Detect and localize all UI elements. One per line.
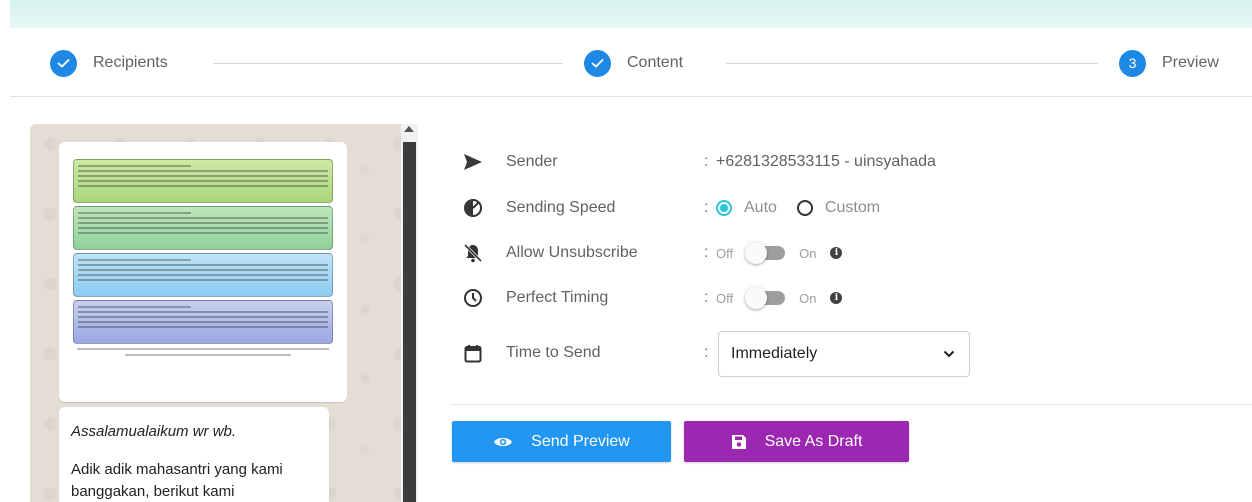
radio-custom[interactable] [796, 200, 813, 216]
info-icon[interactable]: i [830, 247, 843, 259]
radio-auto[interactable] [716, 200, 732, 216]
message-bubble: Assalamualaikum wr wb. Adik adik mahasan… [59, 407, 329, 502]
step-label: Preview [1162, 54, 1219, 71]
allow-unsubscribe-label: Allow Unsubscribe [506, 244, 638, 261]
sender-label: Sender [506, 153, 558, 170]
time-to-send-select[interactable]: Immediately [718, 331, 970, 377]
radio-auto-label[interactable]: Auto [744, 199, 777, 217]
step-connector [726, 63, 1098, 64]
chevron-down-icon [943, 347, 955, 366]
preview-scrollbar[interactable] [401, 124, 418, 502]
step-preview[interactable]: 3 Preview [1119, 48, 1219, 78]
radio-custom-label[interactable]: Custom [825, 199, 880, 217]
perfect-timing-label: Perfect Timing [506, 289, 609, 306]
message-line: banggakan, berikut kami [71, 483, 235, 500]
step-label: Recipients [93, 54, 168, 71]
sender-value: +6281328533115 - uinsyahada [716, 153, 936, 170]
step-label: Content [627, 54, 684, 71]
allow-unsubscribe-row: Allow Unsubscribe : Off On i [462, 238, 843, 268]
bell-off-icon [462, 242, 484, 264]
sender-row: Sender : +6281328533115 - uinsyahada [462, 147, 936, 177]
info-icon[interactable]: i [830, 292, 843, 304]
message-line: Assalamualaikum wr wb. [71, 423, 237, 440]
message-line: Adik adik mahasantri yang kami [71, 461, 283, 478]
stepper: Recipients Content 3 Preview [0, 40, 1252, 88]
top-banner [10, 0, 1252, 28]
eye-icon [493, 435, 513, 449]
save-icon [731, 434, 747, 450]
send-preview-button[interactable]: Send Preview [452, 421, 671, 462]
clock-icon [462, 287, 484, 309]
step-content[interactable]: Content [584, 48, 683, 78]
step-number: 3 [1119, 49, 1146, 77]
check-icon [584, 49, 611, 77]
calendar-icon [462, 342, 484, 364]
actions-divider [452, 404, 1252, 405]
speed-icon [462, 197, 484, 219]
toggle-off-label: Off [716, 290, 734, 306]
scroll-thumb[interactable] [403, 142, 416, 502]
check-icon [50, 49, 77, 77]
message-preview[interactable]: Assalamualaikum wr wb. Adik adik mahasan… [30, 124, 418, 502]
step-connector [213, 63, 563, 64]
send-icon [462, 151, 484, 173]
poster-block [73, 159, 333, 203]
step-recipients[interactable]: Recipients [50, 48, 168, 78]
perfect-timing-row: Perfect Timing : Off On i [462, 283, 843, 313]
header-divider [10, 96, 1252, 97]
toggle-on-label: On [799, 245, 817, 261]
poster-block [73, 206, 333, 250]
poster-block [73, 300, 333, 344]
toggle-on-label: On [799, 290, 817, 306]
scroll-up-icon[interactable] [404, 126, 414, 132]
time-to-send-row: Time to Send : [462, 338, 708, 368]
sending-speed-row: Sending Speed : Auto Custom [462, 193, 880, 223]
poster-block [73, 253, 333, 297]
poster-image [59, 142, 347, 402]
save-draft-button[interactable]: Save As Draft [684, 421, 909, 462]
toggle-off-label: Off [716, 245, 734, 261]
perfect-timing-toggle[interactable] [745, 287, 786, 309]
time-to-send-label: Time to Send [506, 344, 601, 361]
sending-speed-label: Sending Speed [506, 199, 616, 216]
unsubscribe-toggle[interactable] [745, 242, 786, 264]
